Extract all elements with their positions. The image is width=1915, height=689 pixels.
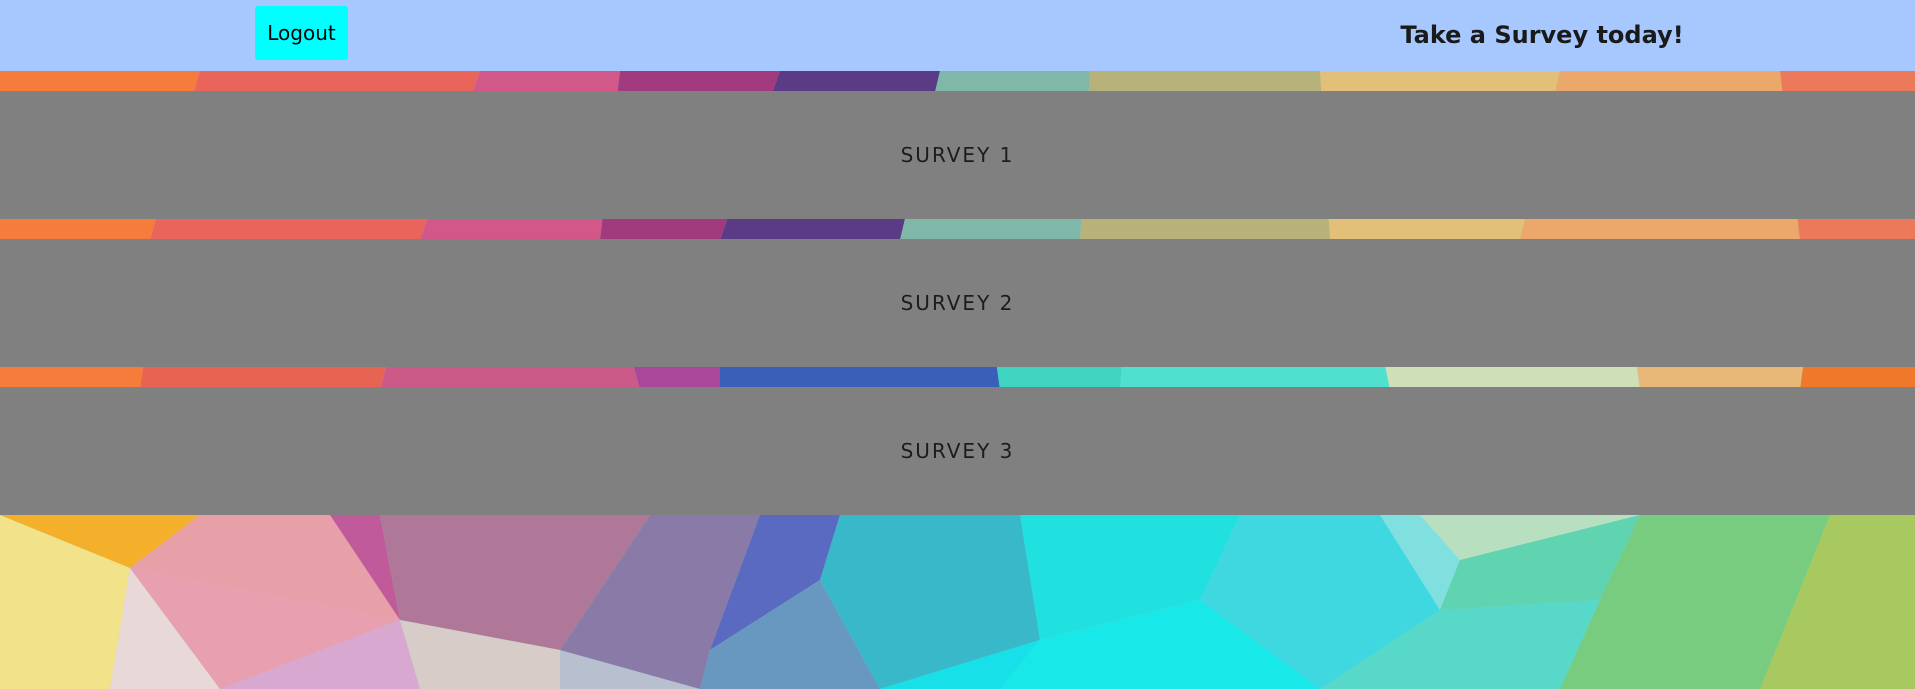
- survey-3-link[interactable]: Survey 3: [0, 387, 1915, 515]
- page-title: Take a Survey today!: [1400, 21, 1684, 49]
- logout-button[interactable]: Logout: [255, 6, 348, 60]
- survey-1-link[interactable]: Survey 1: [0, 91, 1915, 219]
- top-header-bar: Logout Take a Survey today!: [0, 0, 1915, 71]
- survey-1-label: Survey 1: [900, 143, 1015, 167]
- survey-2-label: Survey 2: [900, 291, 1015, 315]
- survey-3-label: Survey 3: [900, 439, 1015, 463]
- survey-2-link[interactable]: Survey 2: [0, 239, 1915, 367]
